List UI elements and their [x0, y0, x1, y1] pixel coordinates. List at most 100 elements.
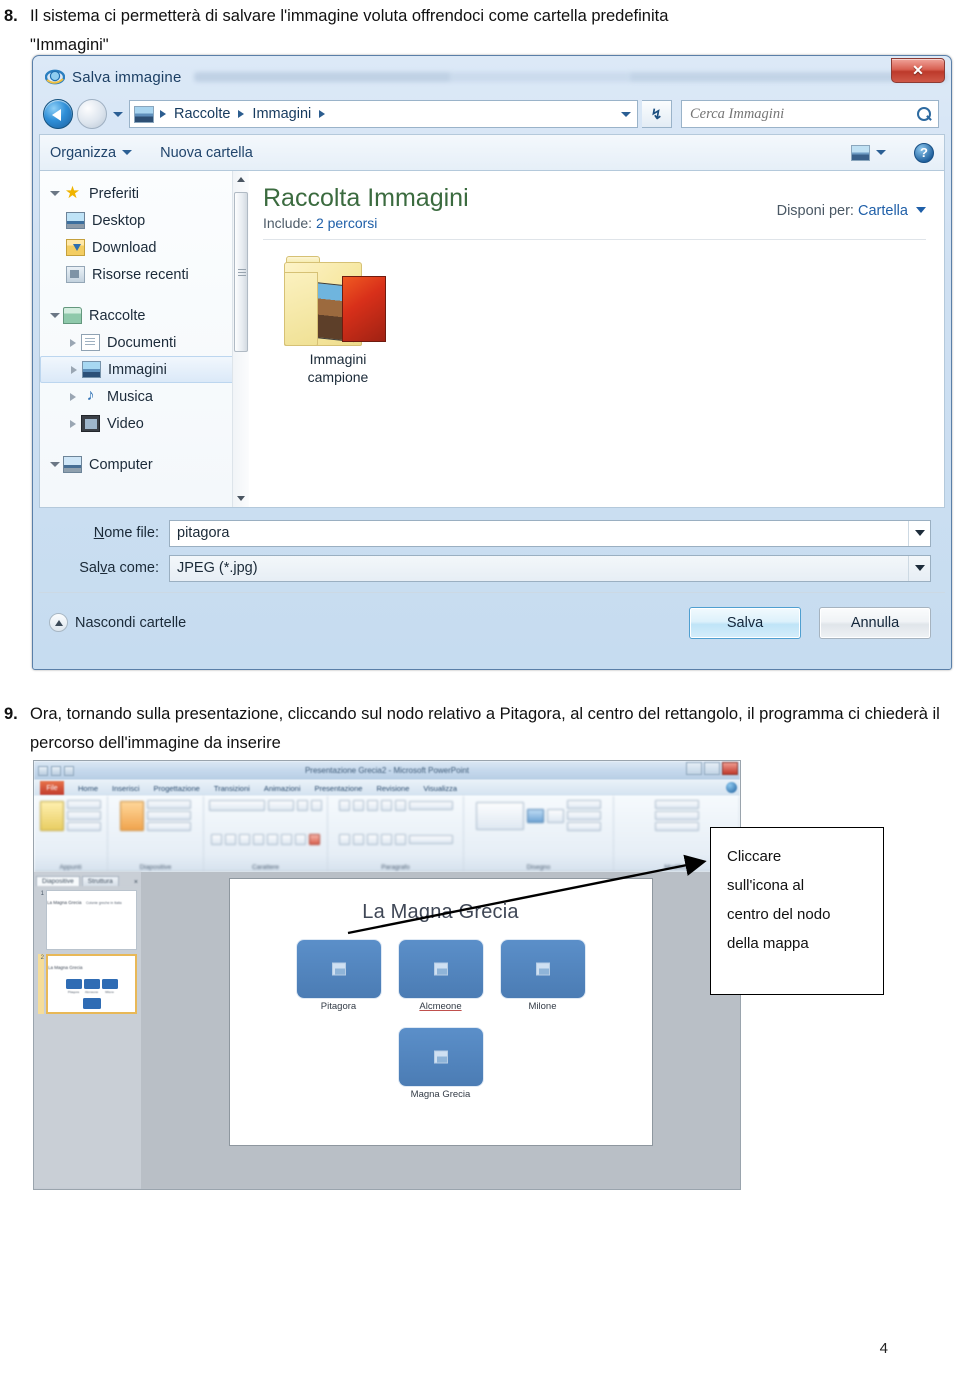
slide-thumbnail-1[interactable]: 1 La Magna Grecia Colonie greche in Ital…	[38, 890, 137, 950]
tab-inserisci[interactable]: Inserisci	[112, 784, 140, 793]
includes-value[interactable]: 2 percorsi	[316, 215, 377, 231]
font-name-select[interactable]	[209, 800, 265, 811]
organize-button[interactable]: Organizza	[50, 145, 133, 161]
reset-icon[interactable]	[147, 811, 191, 820]
map-node-magna-grecia[interactable]: Magna Grecia	[398, 1028, 483, 1100]
scrollbar-track[interactable]	[233, 188, 249, 490]
twisty-open-icon[interactable]	[48, 462, 61, 467]
line-spacing-icon[interactable]	[394, 800, 406, 811]
map-node-alcmeone[interactable]: Alcmeone	[398, 940, 483, 1012]
help-icon[interactable]	[726, 782, 737, 793]
columns-icon[interactable]	[394, 833, 406, 845]
navigation-pane-scrollbar[interactable]	[232, 171, 249, 507]
arrange-by-control[interactable]: Disponi per: Cartella	[777, 183, 944, 219]
text-direction-icon[interactable]	[408, 834, 453, 844]
sidebar-item-computer[interactable]: Computer	[40, 451, 249, 478]
maximize-icon[interactable]	[704, 762, 720, 775]
shape-effects-icon[interactable]	[567, 822, 601, 831]
replace-icon[interactable]	[654, 811, 699, 820]
tab-revisione[interactable]: Revisione	[376, 784, 409, 793]
list-item[interactable]: Immagini campione	[273, 254, 403, 386]
format-painter-icon[interactable]	[67, 822, 101, 831]
find-icon[interactable]	[654, 800, 699, 809]
filetype-combo[interactable]: JPEG (*.jpg)	[169, 554, 931, 582]
sidebar-item-desktop[interactable]: Desktop	[40, 207, 249, 234]
twisty-closed-icon[interactable]	[67, 366, 80, 374]
scroll-down-arrow-icon[interactable]	[233, 490, 249, 507]
sidebar-item-documenti[interactable]: Documenti	[40, 329, 249, 356]
filename-combo[interactable]: pitagora	[169, 519, 931, 547]
tab-transizioni[interactable]: Transizioni	[214, 784, 250, 793]
window-buttons[interactable]	[686, 762, 738, 775]
slide-thumbnail-2[interactable]: 2 La Magna Grecia Pitagora Alcmeone Milo…	[38, 954, 137, 1014]
shape-fill-icon[interactable]	[567, 800, 601, 809]
close-icon[interactable]: ×	[134, 879, 141, 886]
twisty-open-icon[interactable]	[48, 191, 61, 196]
picture-placeholder-icon[interactable]	[535, 962, 550, 976]
tab-progettazione[interactable]: Progettazione	[154, 784, 200, 793]
breadcrumb-item-raccolte[interactable]: Raccolte	[172, 106, 232, 122]
new-folder-button[interactable]: Nuova cartella	[160, 145, 253, 161]
tab-struttura[interactable]: Struttura	[81, 876, 119, 886]
select-icon[interactable]	[654, 822, 699, 831]
notes-pane[interactable]: Fare clic per inserire le note	[34, 1189, 740, 1190]
shape-outline-icon[interactable]	[567, 811, 601, 820]
bullets-icon[interactable]	[338, 800, 350, 811]
forward-arrow-icon[interactable]	[77, 99, 107, 129]
sidebar-item-video[interactable]: Video	[40, 410, 249, 437]
quick-styles-icon[interactable]	[547, 808, 564, 823]
picture-placeholder-icon[interactable]	[331, 962, 346, 976]
filetype-value[interactable]: JPEG (*.jpg)	[177, 560, 908, 576]
current-slide[interactable]: La Magna Grecia Pitagora Alcmeone Milone	[228, 878, 653, 1146]
save-button[interactable]: Salva	[689, 606, 801, 639]
shapes-gallery[interactable]	[476, 801, 524, 830]
address-bar[interactable]: Raccolte Immagini	[129, 100, 638, 128]
twisty-open-icon[interactable]	[48, 313, 61, 318]
sidebar-item-risorse-recenti[interactable]: Risorse recenti	[40, 261, 249, 288]
sidebar-item-musica[interactable]: ♪ Musica	[40, 383, 249, 410]
sidebar-item-raccolte[interactable]: Raccolte	[40, 302, 249, 329]
chevron-down-icon[interactable]	[908, 555, 930, 581]
search-input[interactable]	[688, 104, 916, 124]
tab-diapositive[interactable]: Diapositive	[36, 876, 80, 886]
underline-icon[interactable]	[239, 833, 250, 845]
sidebar-item-immagini[interactable]: Immagini	[40, 356, 245, 383]
smartart-convert-icon[interactable]	[408, 801, 453, 810]
view-options-button[interactable]	[851, 144, 886, 161]
decrease-indent-icon[interactable]	[366, 800, 378, 811]
picture-placeholder-icon[interactable]	[433, 1050, 448, 1064]
chevron-down-icon[interactable]	[908, 520, 930, 546]
align-left-icon[interactable]	[338, 833, 350, 845]
filename-input[interactable]: pitagora	[177, 525, 908, 541]
tab-presentazione[interactable]: Presentazione	[315, 784, 363, 793]
change-case-icon[interactable]	[295, 833, 306, 845]
picture-placeholder-icon[interactable]	[433, 962, 448, 976]
sidebar-item-download[interactable]: Download	[40, 234, 249, 261]
character-spacing-icon[interactable]	[281, 833, 292, 845]
new-slide-icon[interactable]	[120, 800, 144, 831]
shadow-icon[interactable]	[253, 833, 264, 845]
map-node-pitagora[interactable]: Pitagora	[296, 940, 381, 1012]
close-icon[interactable]	[722, 762, 738, 775]
scroll-up-arrow-icon[interactable]	[233, 171, 249, 188]
arrange-icon[interactable]	[527, 808, 544, 823]
increase-indent-icon[interactable]	[380, 800, 392, 811]
back-arrow-icon[interactable]	[43, 99, 73, 129]
increase-font-icon[interactable]	[297, 800, 308, 811]
justify-icon[interactable]	[380, 833, 392, 845]
align-center-icon[interactable]	[352, 833, 364, 845]
arrange-value[interactable]: Cartella	[858, 203, 908, 219]
twisty-closed-icon[interactable]	[66, 420, 79, 428]
font-size-select[interactable]	[268, 800, 294, 811]
numbering-icon[interactable]	[352, 800, 364, 811]
align-right-icon[interactable]	[366, 833, 378, 845]
layout-icon[interactable]	[147, 800, 191, 809]
search-box[interactable]	[681, 100, 939, 128]
slide-title[interactable]: La Magna Grecia	[230, 901, 652, 924]
tab-visualizza[interactable]: Visualizza	[423, 784, 457, 793]
sidebar-item-preferiti[interactable]: ★ Preferiti	[40, 180, 249, 207]
decrease-font-icon[interactable]	[311, 800, 322, 811]
chevron-down-icon[interactable]	[111, 99, 125, 129]
breadcrumb-item-immagini[interactable]: Immagini	[250, 106, 313, 122]
italic-icon[interactable]	[225, 833, 236, 845]
